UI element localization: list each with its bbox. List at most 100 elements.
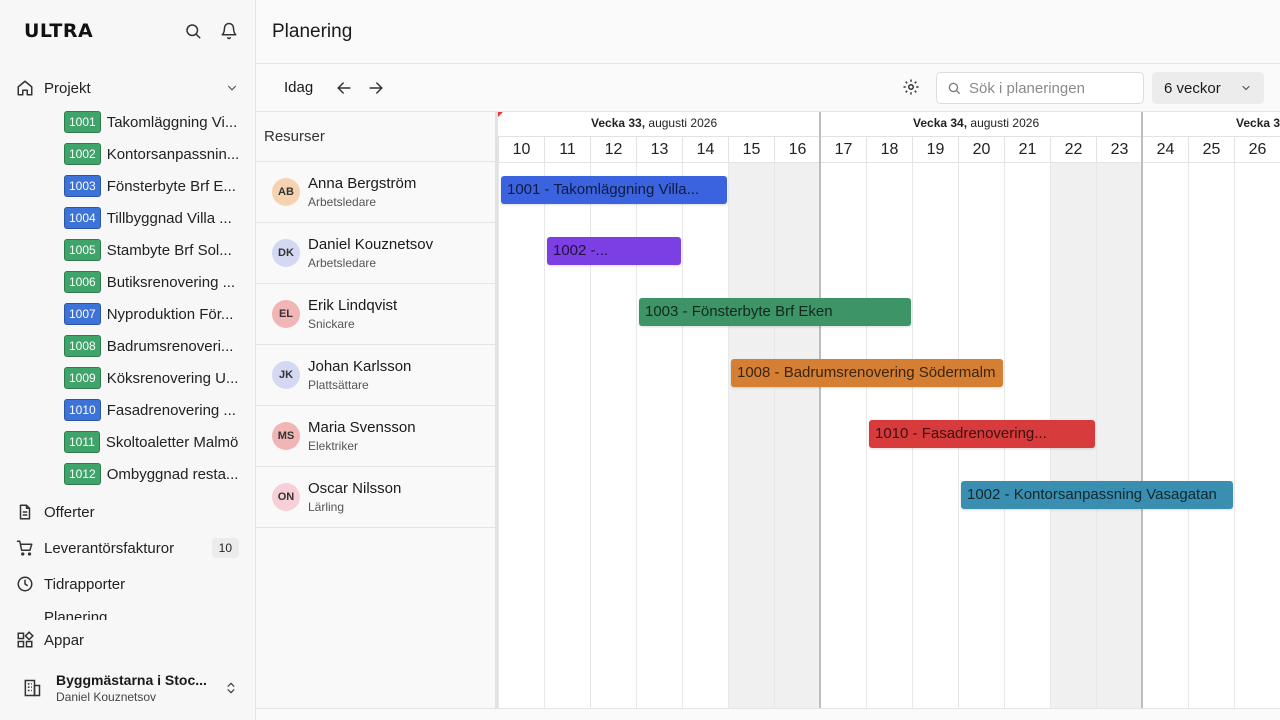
project-item-1007[interactable]: 1007 Nyproduktion För... <box>64 302 244 326</box>
project-item-1001[interactable]: 1001 Takomläggning Vi... <box>64 110 244 134</box>
settings-gear-icon[interactable] <box>902 78 920 96</box>
nav-label-invoices: Leverantörsfakturor <box>44 539 175 557</box>
schedule-bar[interactable]: 1003 - Fönsterbyte Brf Eken <box>639 298 911 326</box>
nav-label-offers: Offerter <box>44 503 95 521</box>
organization-name: Byggmästarna i Stoc... <box>56 672 207 688</box>
today-button[interactable]: Idag <box>284 79 313 96</box>
chevrons-up-down-icon <box>227 682 235 694</box>
project-item-1008[interactable]: 1008 Badrumsrenoveri... <box>64 334 244 358</box>
day-column[interactable] <box>728 162 774 708</box>
day-label: 20 <box>958 136 1004 162</box>
project-item-1004[interactable]: 1004 Tillbyggnad Villa ... <box>64 206 244 230</box>
day-label: 17 <box>820 136 866 162</box>
nav-label-planning: Planering <box>44 609 108 620</box>
nav-item-projects[interactable]: Projekt <box>16 74 239 102</box>
week-separator <box>1141 112 1143 708</box>
resource-name: Maria Svensson <box>308 419 416 436</box>
day-column[interactable] <box>1234 162 1280 708</box>
arrow-right-icon[interactable] <box>366 78 386 98</box>
chevron-down-icon[interactable] <box>225 81 239 95</box>
week-label: Vecka 33, augusti 2026 <box>591 116 717 130</box>
day-label: 23 <box>1096 136 1142 162</box>
project-number-badge: 1012 <box>64 463 101 485</box>
resource-name: Daniel Kouznetsov <box>308 236 434 253</box>
nav-item-time-reports[interactable]: Tidrapporter <box>16 570 239 598</box>
schedule-bar[interactable]: 1010 - Fasadrenovering... <box>869 420 1095 448</box>
resource-name: Oscar Nilsson <box>308 480 402 497</box>
week-number: Vecka 33, <box>591 116 646 130</box>
nav-item-apps[interactable]: Appar <box>16 626 239 654</box>
planning-search-input[interactable] <box>969 79 1129 97</box>
resource-row[interactable]: AB Anna Bergström Arbetsledare <box>256 162 495 223</box>
avatar: AB <box>272 178 300 206</box>
organization-switcher[interactable]: Byggmästarna i Stoc... Daniel Kouznetsov <box>0 656 255 720</box>
project-name: Badrumsrenoveri... <box>106 337 234 355</box>
week-number: Vecka 3 <box>1236 116 1280 130</box>
nav-label-projects: Projekt <box>44 79 91 97</box>
project-item-1012[interactable]: 1012 Ombyggnad resta... <box>64 462 244 486</box>
avatar: EL <box>272 300 300 328</box>
day-column[interactable] <box>820 162 866 708</box>
resource-role: Plattsättare <box>308 378 369 392</box>
project-number-badge: 1004 <box>64 207 101 229</box>
project-item-1010[interactable]: 1010 Fasadrenovering ... <box>64 398 244 422</box>
project-item-1006[interactable]: 1006 Butiksrenovering ... <box>64 270 244 294</box>
nav-item-invoices[interactable]: Leverantörsfakturor 10 <box>16 534 239 562</box>
day-column[interactable] <box>774 162 820 708</box>
arrow-left-icon[interactable] <box>334 78 354 98</box>
day-column[interactable] <box>498 162 544 708</box>
project-item-1002[interactable]: 1002 Kontorsanpassnin... <box>64 142 244 166</box>
project-number-badge: 1006 <box>64 271 101 293</box>
week-month: augusti 2026 <box>648 116 718 130</box>
horizontal-scrollbar[interactable] <box>256 708 1280 720</box>
day-label: 18 <box>866 136 912 162</box>
day-label: 14 <box>682 136 728 162</box>
apps-icon <box>17 631 34 648</box>
range-select-value: 6 veckor <box>1164 79 1221 97</box>
avatar: JK <box>272 361 300 389</box>
bell-icon[interactable] <box>220 22 238 40</box>
resource-row[interactable]: MS Maria Svensson Elektriker <box>256 406 495 467</box>
project-name: Fasadrenovering ... <box>106 401 236 419</box>
project-name: Stambyte Brf Sol... <box>106 241 232 259</box>
project-name: Köksrenovering U... <box>106 369 239 387</box>
resource-row[interactable]: JK Johan Karlsson Plattsättare <box>256 345 495 406</box>
resources-column: Resurser AB Anna Bergström Arbetsledare DK D… <box>256 112 498 708</box>
range-select[interactable]: 6 veckor <box>1152 72 1264 104</box>
day-label: 22 <box>1050 136 1096 162</box>
project-name: Skoltoaletter Malmö <box>105 433 239 451</box>
day-column[interactable] <box>1142 162 1188 708</box>
page-header: Planering <box>256 0 1280 64</box>
project-number-badge: 1009 <box>64 367 101 389</box>
resource-role: Lärling <box>308 500 345 514</box>
resource-name: Erik Lindqvist <box>308 297 398 314</box>
day-column[interactable] <box>1188 162 1234 708</box>
project-name: Ombyggnad resta... <box>106 465 239 483</box>
nav-item-planning[interactable]: Planering <box>16 606 239 620</box>
resource-row[interactable]: ON Oscar Nilsson Lärling <box>256 467 495 528</box>
resource-row[interactable]: DK Daniel Kouznetsov Arbetsledare <box>256 223 495 284</box>
nav-label-apps: Appar <box>44 631 85 649</box>
project-item-1009[interactable]: 1009 Köksrenovering U... <box>64 366 244 390</box>
planning-search[interactable] <box>936 72 1144 104</box>
resource-role: Arbetsledare <box>308 256 377 270</box>
day-label: 10 <box>498 136 544 162</box>
week-number: Vecka 34, <box>913 116 968 130</box>
clock-icon <box>17 576 33 592</box>
project-item-1011[interactable]: 1011 Skoltoaletter Malmö <box>64 430 244 454</box>
project-item-1005[interactable]: 1005 Stambyte Brf Sol... <box>64 238 244 262</box>
day-column[interactable] <box>682 162 728 708</box>
search-icon <box>948 82 960 94</box>
nav-item-offers[interactable]: Offerter <box>16 498 239 526</box>
schedule-bar[interactable]: 1002 -... <box>547 237 681 265</box>
schedule-bar[interactable]: 1001 - Takomläggning Villa... <box>501 176 727 204</box>
project-name: Fönsterbyte Brf E... <box>106 177 236 195</box>
cart-icon <box>16 540 33 556</box>
resource-row[interactable]: EL Erik Lindqvist Snickare <box>256 284 495 345</box>
project-item-1003[interactable]: 1003 Fönsterbyte Brf E... <box>64 174 244 198</box>
search-icon[interactable] <box>184 22 202 40</box>
day-column[interactable] <box>1096 162 1142 708</box>
schedule-bar[interactable]: 1002 - Kontorsanpassning Vasagatan <box>961 481 1233 509</box>
project-number-badge: 1005 <box>64 239 101 261</box>
schedule-bar[interactable]: 1008 - Badrumsrenovering Södermalm <box>731 359 1003 387</box>
